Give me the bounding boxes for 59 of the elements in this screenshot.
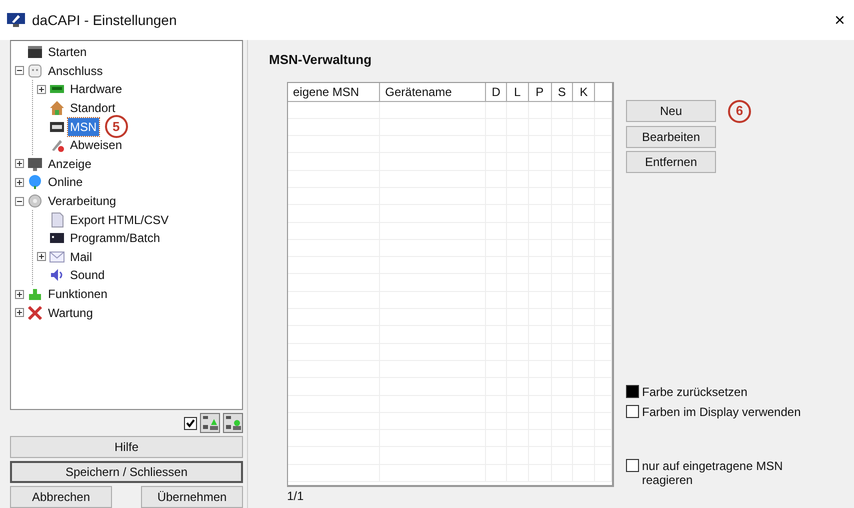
button[interactable]: Abbrechen — [10, 486, 112, 508]
tree-item[interactable]: MSN — [68, 118, 99, 136]
color-swatch[interactable] — [626, 384, 639, 398]
expander-icon[interactable] — [15, 196, 24, 206]
expander-icon[interactable] — [15, 308, 24, 318]
step-marker: 5 — [104, 115, 128, 138]
column-header[interactable]: P — [528, 82, 552, 100]
button[interactable]: Hilfe — [10, 436, 243, 458]
tree-item[interactable]: Funktionen — [46, 285, 110, 304]
tree-item[interactable]: Abweisen — [68, 136, 124, 154]
window-title: daCAPI - Einstellungen — [32, 10, 178, 30]
tree-item[interactable]: Starten — [46, 43, 89, 62]
checkbox[interactable] — [184, 416, 197, 430]
tree-item[interactable]: Online — [46, 173, 85, 192]
socket-icon — [27, 62, 43, 79]
button[interactable]: Entfernen — [626, 150, 716, 172]
envelope-icon — [49, 248, 65, 265]
column-header[interactable]: eigene MSN — [288, 82, 380, 100]
page-counter: 1/1 — [287, 488, 304, 504]
tree-item[interactable]: Sound — [68, 266, 107, 284]
option-label: nur auf eingetragene MSN reagieren — [642, 458, 784, 486]
tree-item[interactable]: Programm/Batch — [68, 229, 162, 248]
expander-icon[interactable] — [37, 252, 46, 262]
button[interactable]: Bearbeiten — [626, 126, 716, 148]
option-label: Farben im Display verwenden — [642, 404, 801, 418]
button[interactable]: Übernehmen — [141, 486, 243, 508]
checkbox[interactable] — [626, 458, 639, 472]
expander-icon[interactable] — [15, 66, 24, 76]
section-title: MSN-Verwaltung — [269, 51, 373, 69]
column-header[interactable]: L — [506, 82, 529, 100]
column-header[interactable]: D — [486, 82, 507, 100]
column-header[interactable]: K — [573, 82, 596, 100]
tree-item[interactable]: Anzeige — [46, 154, 94, 173]
button[interactable]: Neu — [626, 100, 716, 122]
speaker-icon — [49, 267, 65, 284]
expander-icon[interactable] — [15, 290, 24, 299]
tree-expand-icon[interactable] — [200, 413, 220, 433]
house-icon — [49, 100, 65, 116]
tree-item[interactable]: Standort — [68, 99, 118, 118]
expander-icon[interactable] — [15, 159, 24, 168]
tree-item[interactable]: Verarbeitung — [46, 192, 118, 210]
option-label: Farbe zurücksetzen — [642, 384, 748, 398]
column-header[interactable]: Gerätename — [380, 82, 486, 100]
tree-item[interactable]: Anschluss — [46, 62, 105, 80]
tree-item[interactable]: Export HTML/CSV — [68, 210, 171, 229]
expander-icon[interactable] — [37, 84, 46, 94]
tree-item[interactable]: Wartung — [46, 304, 95, 322]
monitor-icon — [27, 156, 43, 172]
checkbox[interactable] — [626, 404, 639, 418]
tree-item[interactable]: Mail — [68, 248, 94, 266]
document-icon — [49, 212, 65, 228]
app-icon — [6, 12, 26, 28]
tree-item[interactable]: Hardware — [68, 80, 124, 98]
close-button[interactable]: × — [828, 6, 851, 34]
button[interactable]: Speichern / Schliessen — [10, 461, 243, 483]
tree-collapse-icon[interactable] — [223, 413, 243, 433]
step-marker: 6 — [728, 100, 751, 122]
column-header[interactable]: S — [552, 82, 574, 100]
expander-icon[interactable] — [15, 178, 24, 187]
